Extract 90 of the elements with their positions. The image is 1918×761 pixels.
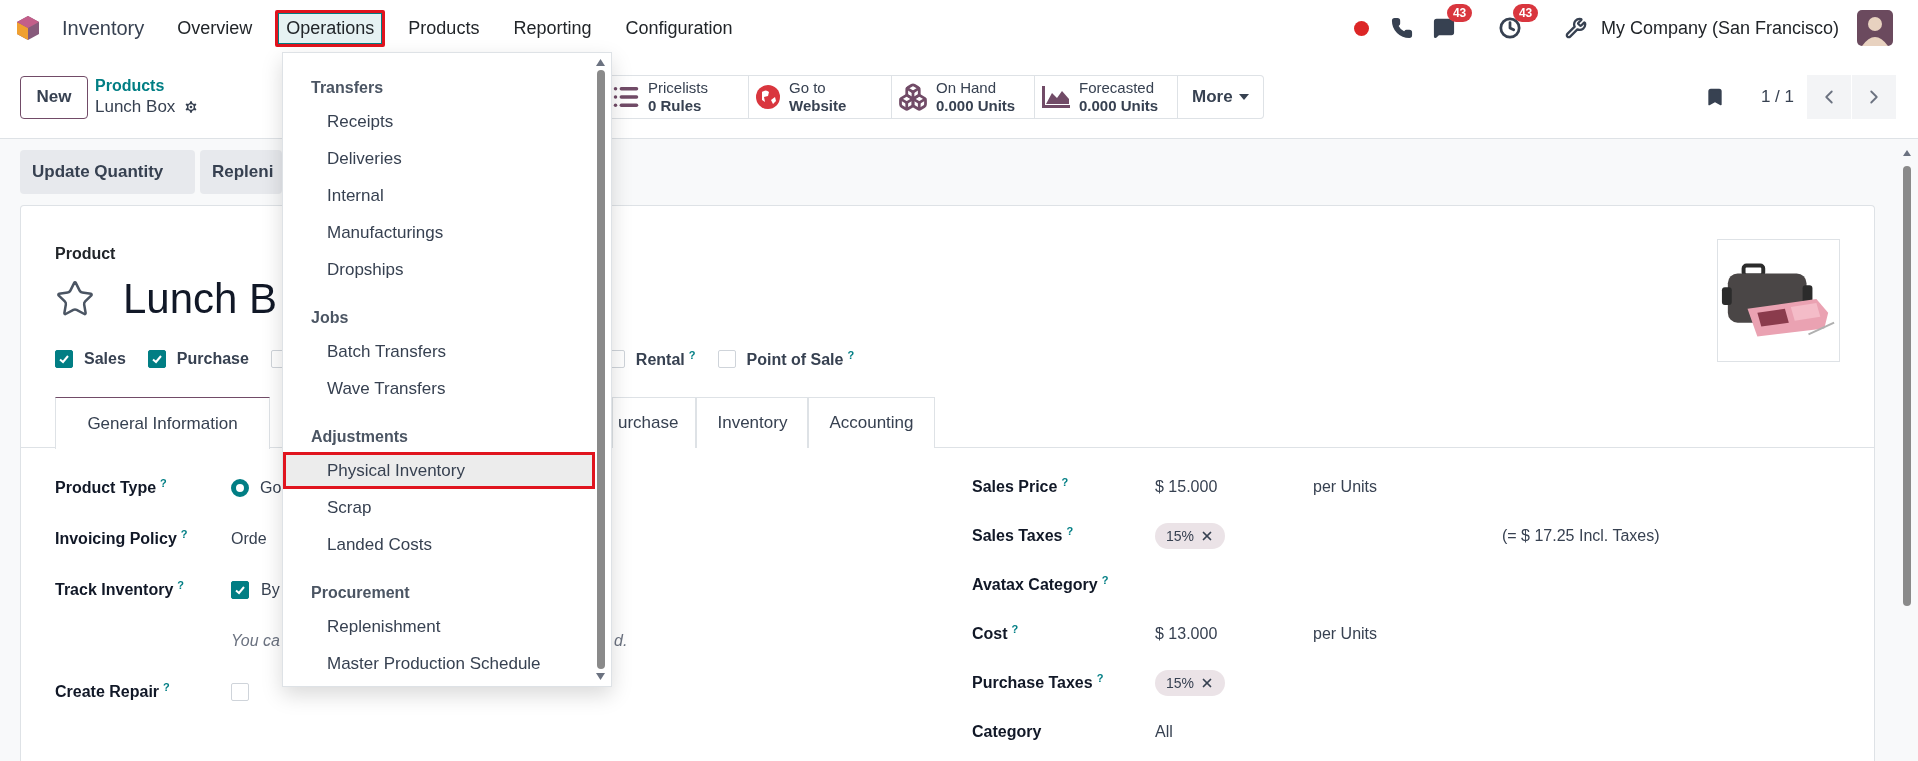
menu-section-header: Jobs [310, 308, 350, 328]
option-label: Purchase [176, 350, 249, 368]
stat-button[interactable]: Go to Website [749, 75, 892, 119]
field-label: Product Type $^{?}$ [55, 477, 167, 498]
check-icon [150, 353, 163, 365]
clock-icon[interactable] [1498, 17, 1521, 39]
menu-section-header: Procurement [310, 583, 411, 603]
field-label: Create Repair $^{?}$ [55, 681, 170, 702]
menu-item[interactable]: Batch Transfers [283, 333, 595, 370]
unit-label: per Units [1313, 624, 1378, 643]
count-badge: 43 [1512, 4, 1539, 22]
radio-button[interactable] [231, 478, 249, 497]
area-chart-icon [1041, 85, 1071, 109]
chat-icon[interactable] [1432, 17, 1455, 39]
menu-item[interactable]: Replenishment [283, 608, 595, 645]
field-label: Purchase Taxes $^{?}$ [972, 672, 1104, 693]
scroll-up-icon[interactable] [596, 59, 605, 66]
menu-scrollbar[interactable] [596, 59, 605, 680]
nav-menu[interactable]: Products [397, 11, 491, 45]
checkbox[interactable] [55, 350, 73, 368]
app-name[interactable]: Inventory [62, 16, 145, 40]
field-value: $ 13.000 [1155, 624, 1218, 643]
form-tab[interactable]: urchase [612, 397, 697, 448]
boxes-icon [898, 82, 928, 112]
pager-value: 1 / 1 [1760, 87, 1794, 107]
help-text: d. [614, 631, 628, 650]
form-caption: Product [55, 244, 117, 264]
stat-button[interactable]: Forecasted 0.000 Units [1035, 75, 1178, 119]
menu-item[interactable]: Receipts [283, 103, 595, 140]
product-title: Lunch B [123, 275, 278, 323]
option-label: Sales [84, 350, 126, 368]
field-label: Track Inventory $^{?}$ [55, 579, 184, 600]
caret-icon [1238, 94, 1249, 100]
menu-item[interactable]: Physical Inventory [283, 452, 595, 489]
nav-menu[interactable]: Reporting [502, 11, 603, 45]
check-icon [58, 353, 70, 365]
field-label: Cost $^{?}$ [972, 623, 1019, 644]
menu-item[interactable]: Manufacturings [283, 214, 595, 251]
menu-item[interactable]: Internal [283, 177, 595, 214]
radio-label: Go [260, 478, 282, 497]
unit-label: per Units [1313, 477, 1378, 496]
scroll-down-icon[interactable] [596, 673, 605, 680]
tax-tag[interactable]: 15% [1155, 669, 1226, 696]
app-logo[interactable] [17, 16, 39, 40]
field-label: Category [972, 722, 1042, 741]
form-tab[interactable]: Inventory [696, 397, 809, 448]
field-label: Sales Price $^{?}$ [972, 476, 1069, 497]
record-name: Lunch Box [95, 97, 176, 117]
action-button[interactable]: Update Quantity [20, 150, 195, 194]
menu-section-header: Transfers [310, 78, 385, 98]
menu-item[interactable]: Wave Transfers [283, 370, 595, 407]
menu-item[interactable]: Dropships [283, 251, 595, 288]
menu-section-header: Adjustments [310, 427, 409, 447]
field-value: All [1155, 722, 1173, 741]
tax-tag[interactable]: 15% [1155, 522, 1226, 549]
help-text: You ca [231, 631, 280, 650]
menu-item[interactable]: Master Production Schedule [283, 645, 595, 682]
nav-menu[interactable]: Overview [166, 11, 264, 45]
form-tab[interactable]: General Information [55, 397, 270, 449]
field-label: Avatax Category $^{?}$ [972, 574, 1109, 595]
tax-note: (= $ 17.25 Incl. Taxes) [1502, 526, 1660, 545]
field-label: Sales Taxes $^{?}$ [972, 525, 1074, 546]
option-label: Rental $^{?}$ [635, 348, 696, 370]
menu-item[interactable]: Scrap [283, 489, 595, 526]
new-button[interactable]: New [20, 75, 88, 119]
globe-icon [755, 84, 781, 110]
scroll-up-icon[interactable] [1903, 150, 1911, 156]
menu-item[interactable]: Deliveries [283, 140, 595, 177]
nav-menu[interactable]: Operations [275, 9, 386, 47]
field-label: Invoicing Policy $^{?}$ [55, 528, 188, 549]
stat-button[interactable]: On Hand 0.000 Units [892, 75, 1035, 119]
field-value: $ 15.000 [1155, 477, 1218, 496]
settings-icon[interactable] [183, 99, 200, 115]
menu-item[interactable]: Landed Costs [283, 526, 595, 563]
form-tab[interactable]: Accounting [808, 397, 935, 448]
checkbox[interactable] [231, 580, 249, 599]
checkbox-label: By [261, 580, 280, 599]
avatar[interactable] [1857, 10, 1893, 46]
option-label: Point of Sale $^{?}$ [746, 348, 855, 370]
tools-icon[interactable] [1564, 17, 1587, 39]
breadcrumb-link[interactable]: Products [95, 77, 200, 95]
status-dot [1353, 20, 1369, 36]
field-value: Orde [231, 529, 267, 548]
checkbox[interactable] [147, 350, 166, 368]
phone-icon[interactable] [1390, 17, 1413, 39]
count-badge: 43 [1446, 4, 1473, 22]
company-switcher[interactable]: My Company (San Francisco) [1600, 17, 1839, 39]
nav-menu[interactable]: Configuration [614, 11, 744, 45]
more-button[interactable]: More [1178, 75, 1264, 119]
action-button[interactable]: Repleni [200, 150, 282, 194]
